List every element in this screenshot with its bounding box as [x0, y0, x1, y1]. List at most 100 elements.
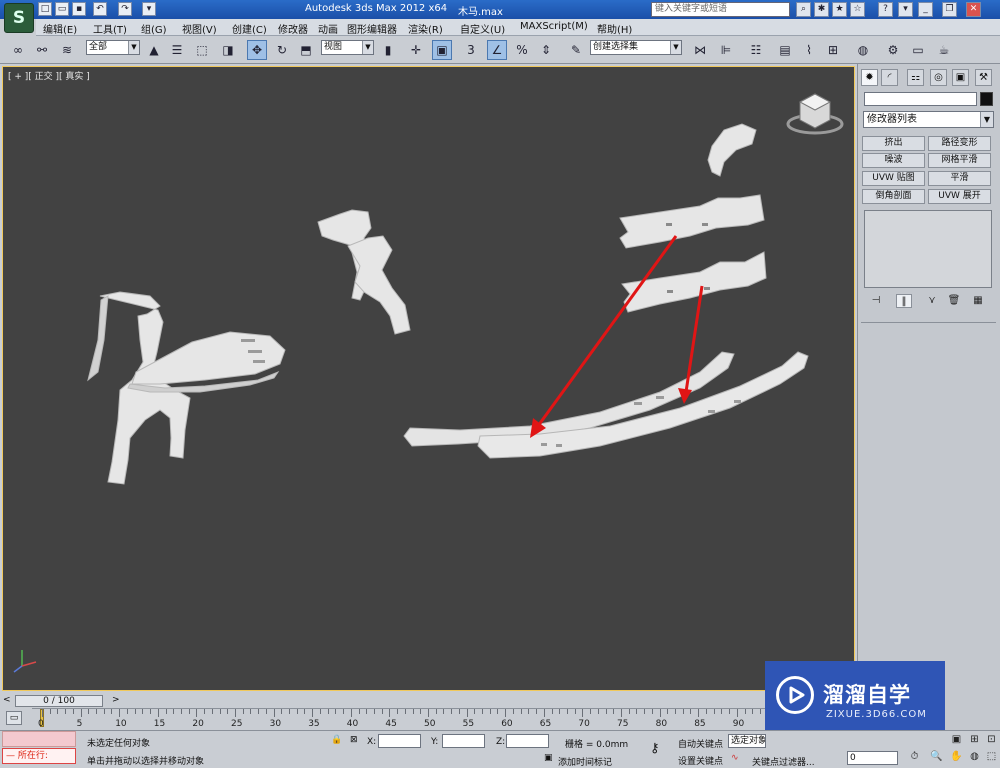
z-label: Z: [496, 737, 506, 747]
play-logo-icon [776, 676, 814, 714]
timeline-tick-mark [103, 709, 105, 714]
modifier-meshsmooth-button[interactable]: 网格平滑 [928, 153, 991, 168]
time-slider-prev-icon[interactable]: < [3, 695, 11, 705]
set-key-icon[interactable]: ⚷ [650, 741, 660, 756]
timeline-tick-label: 5 [76, 719, 83, 729]
modifier-list-select[interactable]: 修改器列表 ▼ [863, 111, 994, 128]
timeline-tick-mark [204, 709, 206, 714]
timeline-tick-mark [335, 709, 337, 714]
time-slider-next-icon[interactable]: > [112, 695, 120, 705]
absolute-mode-icon[interactable]: ⊠ [350, 735, 358, 745]
maxscript-listener-box[interactable] [2, 731, 76, 747]
timeline-tick-mark [667, 709, 669, 714]
utilities-tab-icon[interactable]: ⚒ [975, 69, 992, 86]
timeline-tick-mark [227, 709, 229, 714]
leg-bracket-shape[interactable] [317, 209, 411, 335]
configure-modifier-sets-icon[interactable]: ▦ [970, 294, 986, 308]
timeline-tick-label: 10 [115, 719, 127, 729]
timeline-tick-mark [134, 709, 136, 714]
running-line[interactable]: — 所在行: [2, 748, 76, 764]
lock-selection-icon[interactable]: 🔒 [331, 735, 342, 745]
timeline-tick-label: 20 [192, 719, 204, 729]
orbit-icon[interactable]: ◍ [968, 750, 981, 763]
timeline-tick-mark [644, 709, 646, 714]
timeline-tick-mark [729, 709, 731, 714]
timeline-tick-mark [675, 709, 677, 714]
timeline-tick-label: 85 [694, 719, 706, 729]
object-name-field[interactable] [864, 92, 977, 106]
timeline-tick-mark [744, 709, 746, 714]
set-key-button[interactable]: 设置关键点 [678, 754, 723, 767]
mini-curve-editor-icon[interactable]: ▭ [6, 711, 22, 725]
modifier-bevel-profile-button[interactable]: 倒角剖面 [862, 189, 925, 204]
timeline-tick-mark [698, 709, 700, 717]
timeline-tick-mark [358, 709, 360, 714]
timeline-tick-mark [242, 709, 244, 714]
timeline-tick-mark [489, 709, 491, 714]
modifier-noise-button[interactable]: 噪波 [862, 153, 925, 168]
field-of-view-icon[interactable]: ⊡ [985, 733, 998, 746]
timeline-tick-mark [505, 709, 507, 717]
zoom-extents-icon[interactable]: ▣ [950, 733, 963, 746]
time-tag-icon[interactable]: ▣ [544, 753, 553, 763]
horse-body-shape[interactable] [87, 291, 286, 485]
modifier-stack-list[interactable] [864, 210, 992, 288]
timeline-tick-mark [350, 709, 352, 717]
key-filters-button[interactable]: 关键点过滤器... [752, 755, 815, 768]
modifier-smooth-button[interactable]: 平滑 [928, 171, 991, 186]
horse-head-shape[interactable] [707, 123, 757, 177]
time-slider-bar [0, 694, 857, 708]
modifier-path-deform-button[interactable]: 路径变形 [928, 136, 991, 151]
timeline-tick-mark [543, 709, 545, 717]
create-tab-icon[interactable]: ✹ [861, 69, 878, 86]
timeline-tick-mark [621, 709, 622, 717]
timeline-tick-mark [582, 709, 584, 717]
timeline-tick-mark [590, 709, 592, 714]
timeline-tick-mark [312, 709, 314, 717]
timeline-tick-mark [705, 709, 707, 714]
timeline-tick-mark [397, 709, 399, 714]
timeline-tick-label: 75 [617, 719, 629, 729]
timeline-tick-label: 55 [462, 719, 475, 729]
z-coordinate-field[interactable] [506, 734, 549, 748]
timeline-tick-mark [520, 709, 522, 714]
modifier-uvw-map-button[interactable]: UVW 贴图 [862, 171, 925, 186]
timeline-tick-mark [250, 709, 252, 714]
zoom-extents-all-icon[interactable]: ⊞ [968, 733, 981, 746]
timeline-tick-mark [265, 709, 267, 714]
timeline-tick-label: 80 [655, 719, 668, 729]
object-color-swatch[interactable] [980, 92, 993, 106]
current-frame-field[interactable]: 0 [847, 751, 898, 765]
maximize-viewport-icon[interactable]: ⬚ [985, 750, 998, 763]
y-coordinate-field[interactable] [442, 734, 485, 748]
timeline-tick-mark [574, 709, 576, 714]
show-end-result-icon[interactable]: ‖ [896, 294, 912, 308]
motion-tab-icon[interactable]: ◎ [930, 69, 947, 86]
timeline-tick-mark [651, 709, 653, 714]
timeline-tick-mark [412, 709, 414, 714]
timeline-tick-mark [466, 709, 468, 717]
auto-key-button[interactable]: 自动关键点 [678, 737, 723, 750]
timeline-tick-mark [443, 709, 445, 714]
key-selection-select[interactable]: 选定对象 [728, 734, 766, 748]
timeline-tick-mark [219, 709, 221, 714]
timeline-tick-mark [551, 709, 553, 714]
seat-board-upper[interactable] [619, 194, 765, 249]
y-label: Y: [431, 737, 439, 747]
timeline-tick-mark [628, 709, 630, 714]
time-config-icon[interactable]: ⏱ [908, 750, 921, 763]
pan-view-icon[interactable]: ✋ [950, 750, 963, 763]
hierarchy-tab-icon[interactable]: ⚏ [907, 69, 924, 86]
add-time-tag-button[interactable]: 添加时间标记 [558, 755, 612, 768]
remove-modifier-icon[interactable]: 🗑 [946, 294, 962, 308]
make-unique-icon[interactable]: ⋎ [924, 294, 940, 308]
viewcube-icon[interactable] [786, 93, 844, 135]
modify-tab-icon[interactable]: ◜ [881, 69, 898, 86]
display-tab-icon[interactable]: ▣ [952, 69, 969, 86]
zoom-icon[interactable]: 🔍 [930, 750, 943, 763]
modifier-unwrap-uvw-button[interactable]: UVW 展开 [928, 189, 991, 204]
modifier-extrude-button[interactable]: 挤出 [862, 136, 925, 151]
pin-stack-icon[interactable]: ⊣ [868, 294, 884, 308]
x-coordinate-field[interactable] [378, 734, 421, 748]
time-slider-thumb[interactable]: 0 / 100 [15, 695, 103, 707]
